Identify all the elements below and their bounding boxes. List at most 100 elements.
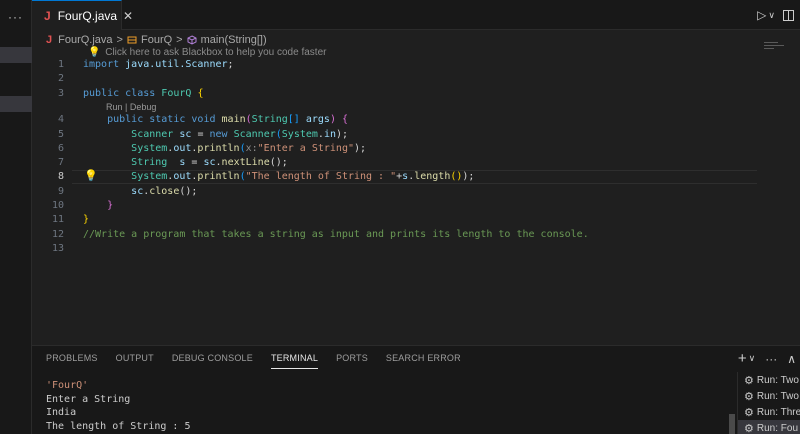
line-number: 11	[51, 214, 64, 225]
token: sc	[131, 186, 144, 197]
token: in	[323, 129, 336, 140]
chevron-down-icon[interactable]: ∨	[768, 10, 775, 21]
token: close	[149, 186, 180, 197]
token: ()	[450, 171, 463, 182]
terminal-output[interactable]: 'FourQ' Enter a String India The length …	[46, 379, 191, 433]
terminal-list-label: Run: Fou	[756, 422, 799, 434]
token: =	[191, 157, 198, 168]
debug-gear-icon: ⚙	[744, 422, 754, 434]
line-number: 9	[57, 186, 64, 197]
panel-tabs: PROBLEMS OUTPUT DEBUG CONSOLE TERMINAL P…	[46, 353, 461, 369]
tab-ports[interactable]: PORTS	[336, 353, 368, 367]
debug-gear-icon: ⚙	[744, 374, 754, 387]
token: sc	[179, 129, 192, 140]
blackbox-hint[interactable]: 💡 Click here to ask Blackbox to help you…	[88, 47, 326, 58]
tab-problems[interactable]: PROBLEMS	[46, 353, 98, 367]
breadcrumb: J FourQ.java > FourQ > main(String[])	[46, 32, 267, 48]
token: ();	[179, 186, 198, 197]
token: nextLine	[221, 157, 270, 168]
tab-output[interactable]: OUTPUT	[116, 353, 154, 367]
breadcrumb-file[interactable]: FourQ.java	[58, 34, 112, 46]
breadcrumb-class[interactable]: FourQ	[141, 34, 172, 46]
line-number: 6	[57, 143, 64, 154]
line-number: 7	[57, 157, 64, 168]
token: ();	[269, 157, 288, 168]
run-icon[interactable]: ▷	[757, 8, 766, 22]
line-number: 13	[51, 243, 64, 254]
sidebar-selected-row[interactable]	[0, 47, 32, 63]
sidebar-selected-row[interactable]	[0, 96, 32, 112]
tab-fourq-java[interactable]: J FourQ.java ✕	[32, 0, 133, 30]
code-line-4: public static void main(String[] args) {	[83, 114, 348, 125]
token: public	[83, 88, 120, 99]
terminal-list-item[interactable]: ⚙ Run: Two	[738, 372, 800, 388]
code-line-3: public class FourQ {	[83, 88, 203, 99]
tab-terminal[interactable]: TERMINAL	[270, 353, 319, 369]
terminal-list-item[interactable]: ⚙ Run: Fou	[738, 420, 800, 434]
token: )	[329, 114, 336, 125]
token: );	[335, 129, 349, 140]
token: sc	[203, 157, 216, 168]
code-line-9: sc.close();	[83, 186, 197, 197]
tab-debug-console[interactable]: DEBUG CONSOLE	[172, 353, 253, 367]
chevron-up-icon[interactable]: ∧	[787, 352, 796, 366]
token: "Enter a String"	[257, 143, 354, 154]
chevron-right-icon: >	[176, 34, 183, 46]
line-number: 3	[57, 88, 64, 99]
terminal-list-label: Run: Thre	[756, 406, 800, 418]
line-number: 1	[57, 59, 64, 70]
token: }	[83, 214, 90, 225]
token: {	[197, 88, 204, 99]
token: public	[107, 114, 144, 125]
tab-label: FourQ.java	[57, 8, 118, 23]
token: void	[191, 114, 216, 125]
codelens-run-debug[interactable]: Run | Debug	[106, 102, 156, 112]
more-menu-icon[interactable]: ···	[8, 10, 23, 24]
code-line-5: Scanner sc = new Scanner(System.in);	[83, 129, 348, 140]
token: String	[131, 157, 168, 168]
terminal-line: India	[46, 407, 77, 418]
hint-text: Click here to ask Blackbox to help you c…	[105, 47, 327, 58]
panel-actions: + ∨ ··· ∧	[738, 350, 796, 367]
line-number: 8	[57, 171, 64, 182]
editor-area: J FourQ.java ✕ ▷ ∨ J FourQ.java > FourQ …	[32, 0, 800, 345]
terminal-list: ⚙ Run: Two ⚙ Run: Two ⚙ Run: Thre ⚙ Run: Fou	[737, 372, 800, 434]
line-number: 12	[51, 229, 64, 240]
minimap[interactable]	[764, 42, 788, 54]
token: main	[221, 114, 246, 125]
chevron-down-icon[interactable]: ∨	[749, 353, 756, 364]
chevron-right-icon: >	[116, 34, 123, 46]
line-number: 4	[57, 114, 64, 125]
terminal-list-label: Run: Two	[756, 390, 799, 402]
line-number: 5	[57, 129, 64, 140]
token: );	[462, 171, 475, 182]
line-number: 10	[51, 200, 64, 211]
terminal-list-item[interactable]: ⚙ Run: Thre	[738, 404, 800, 420]
token: }	[107, 200, 114, 211]
class-icon	[127, 36, 137, 44]
lightbulb-icon: 💡	[88, 47, 101, 58]
code-line-12: //Write a program that takes a string as…	[83, 229, 589, 240]
token: out	[173, 143, 192, 154]
terminal-scrollbar[interactable]	[729, 414, 735, 434]
code-line-1: import java.util.Scanner;	[83, 59, 234, 70]
code-line-10: }	[83, 200, 113, 211]
token: ;	[227, 59, 234, 70]
debug-gear-icon: ⚙	[744, 390, 754, 403]
terminal-list-label: Run: Two	[756, 374, 799, 386]
token: System	[131, 143, 168, 154]
token: FourQ	[161, 88, 192, 99]
token: out	[173, 171, 192, 182]
terminal-list-item[interactable]: ⚙ Run: Two	[738, 388, 800, 404]
breadcrumb-method[interactable]: main(String[])	[201, 34, 267, 46]
token: java.util.Scanner	[125, 59, 228, 70]
more-actions-icon[interactable]: ···	[765, 352, 777, 366]
line-number: 2	[57, 73, 64, 84]
split-editor-icon[interactable]	[783, 9, 794, 21]
terminal-line: Enter a String	[46, 393, 131, 405]
close-icon[interactable]: ✕	[123, 9, 133, 23]
new-terminal-icon[interactable]: +	[738, 350, 747, 367]
bottom-panel: PROBLEMS OUTPUT DEBUG CONSOLE TERMINAL P…	[32, 345, 800, 434]
tab-search-error[interactable]: SEARCH ERROR	[386, 353, 461, 367]
token: import	[83, 59, 120, 70]
